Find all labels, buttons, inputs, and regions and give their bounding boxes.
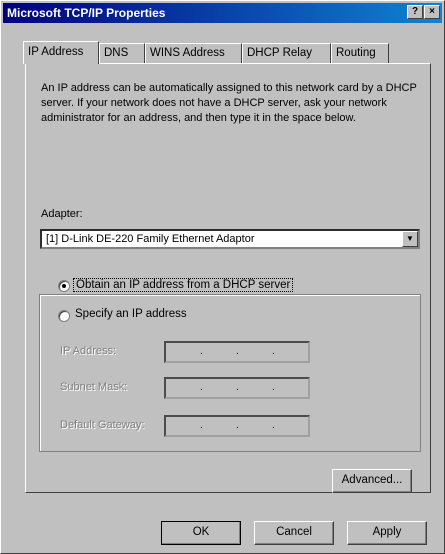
adapter-select[interactable]: [1] D-Link DE-220 Family Ethernet Adapto… <box>40 229 420 249</box>
specify-ip-radio[interactable] <box>58 310 70 322</box>
window-title: Microsoft TCP/IP Properties <box>7 6 166 20</box>
title-bar[interactable]: Microsoft TCP/IP Properties ? × <box>3 3 442 23</box>
advanced-button[interactable]: Advanced... <box>332 469 412 493</box>
tab-dhcp-relay[interactable]: DHCP Relay <box>242 43 331 63</box>
cancel-button[interactable]: Cancel <box>254 521 334 545</box>
tab-wins-address[interactable]: WINS Address <box>145 43 242 63</box>
tab-ip-address[interactable]: IP Address <box>23 41 99 64</box>
apply-button[interactable]: Apply <box>347 521 427 545</box>
dialog-window: Microsoft TCP/IP Properties ? × IP Addre… <box>0 0 445 554</box>
help-button[interactable]: ? <box>407 5 423 19</box>
obtain-ip-label[interactable]: Obtain an IP address from a DHCP server <box>73 278 294 292</box>
chevron-down-icon: ▼ <box>406 234 414 243</box>
ip-address-field[interactable]: . . . <box>164 341 310 363</box>
tab-routing[interactable]: Routing <box>331 43 389 63</box>
radio-selected-dot <box>62 284 66 288</box>
default-gateway-label: Default Gateway: <box>60 419 145 431</box>
default-gateway-field[interactable]: . . . <box>164 415 310 437</box>
obtain-ip-radio[interactable] <box>58 280 70 292</box>
ok-button[interactable]: OK <box>161 521 241 545</box>
close-button[interactable]: × <box>424 5 440 19</box>
tab-dns[interactable]: DNS <box>99 43 145 63</box>
specify-ip-label[interactable]: Specify an IP address <box>73 308 189 320</box>
subnet-mask-label: Subnet Mask: <box>60 381 128 393</box>
description-text: An IP address can be automatically assig… <box>41 82 417 124</box>
ip-address-label: IP Address: <box>60 345 117 357</box>
adapter-label: Adapter: <box>41 208 83 220</box>
adapter-selected-value: [1] D-Link DE-220 Family Ethernet Adapto… <box>46 233 255 245</box>
dropdown-button[interactable]: ▼ <box>402 231 418 247</box>
subnet-mask-field[interactable]: . . . <box>164 377 310 399</box>
